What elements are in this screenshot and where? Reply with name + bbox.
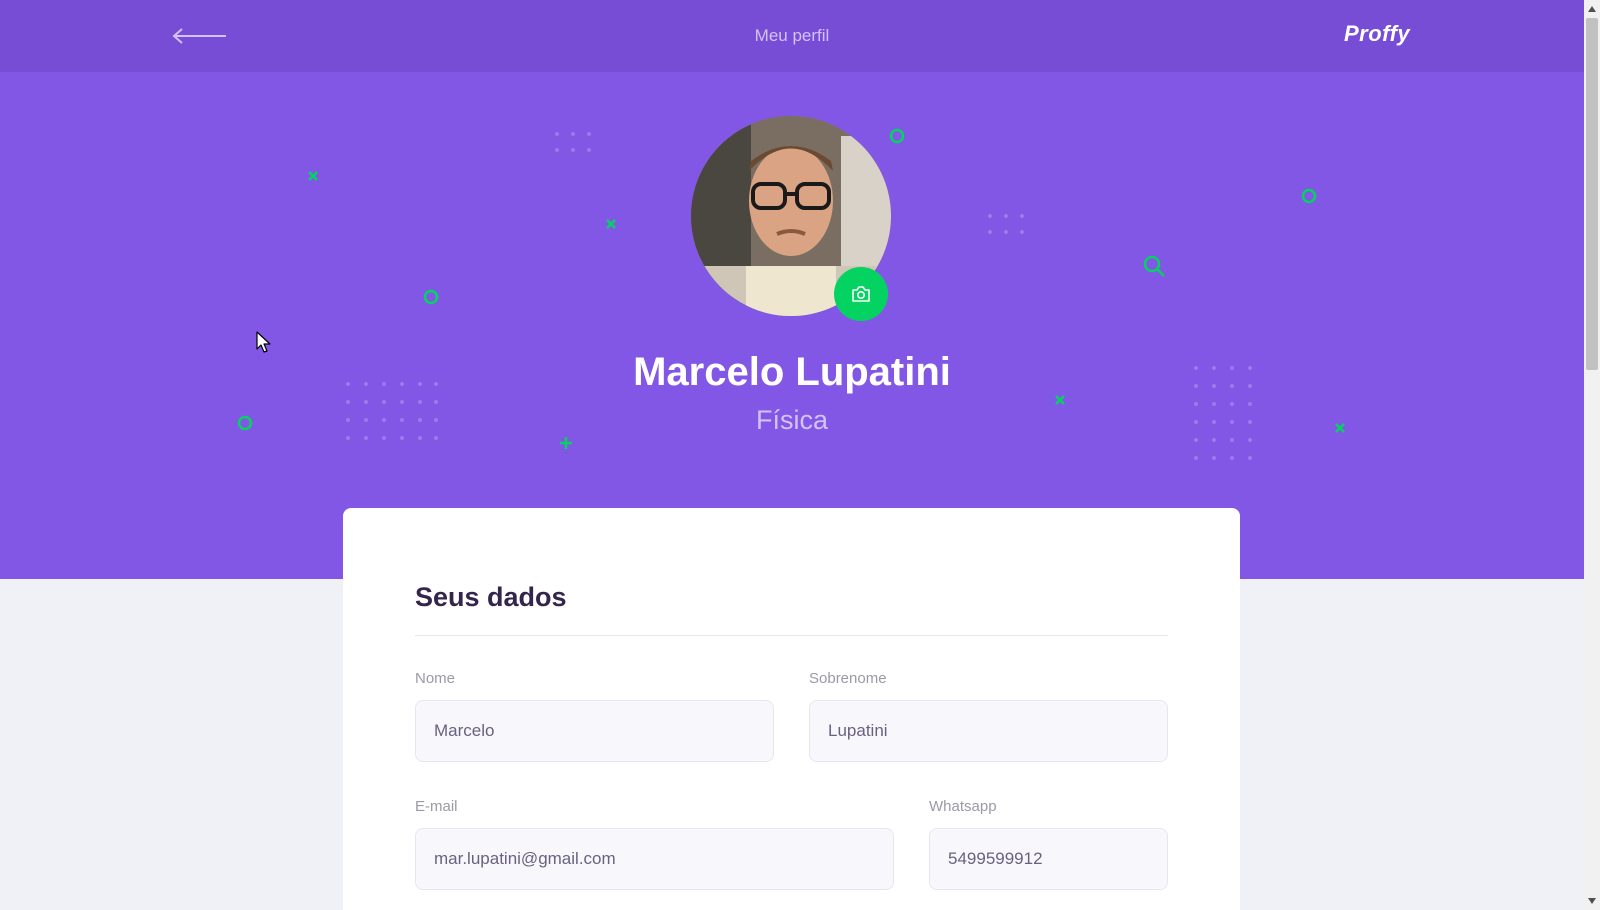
scroll-up-arrow-icon[interactable] <box>1587 4 1597 14</box>
first-name-input[interactable] <box>415 700 774 762</box>
profile-name: Marcelo Lupatini <box>633 350 951 394</box>
camera-icon <box>852 286 870 302</box>
whatsapp-input[interactable] <box>929 828 1168 890</box>
mouse-cursor-icon <box>256 331 271 353</box>
top-bar: Meu perfil Proffy <box>0 0 1584 72</box>
email-label: E-mail <box>415 798 458 815</box>
last-name-input[interactable] <box>809 700 1168 762</box>
section-title: Seus dados <box>415 582 567 612</box>
scrollbar-thumb[interactable] <box>1586 18 1598 370</box>
whatsapp-label: Whatsapp <box>929 798 997 815</box>
profile-form-card: Seus dados Nome Sobrenome E-mail Whatsap… <box>343 508 1240 910</box>
profile-hero: Marcelo Lupatini Física <box>0 72 1584 579</box>
email-input[interactable] <box>415 828 894 890</box>
change-photo-button[interactable] <box>834 267 888 321</box>
first-name-label: Nome <box>415 670 456 687</box>
last-name-label: Sobrenome <box>809 670 887 687</box>
scroll-down-arrow-icon[interactable] <box>1587 896 1597 906</box>
section-divider <box>415 635 1168 636</box>
brand-logo: Proffy <box>1344 21 1411 46</box>
profile-subject: Física <box>755 405 828 435</box>
